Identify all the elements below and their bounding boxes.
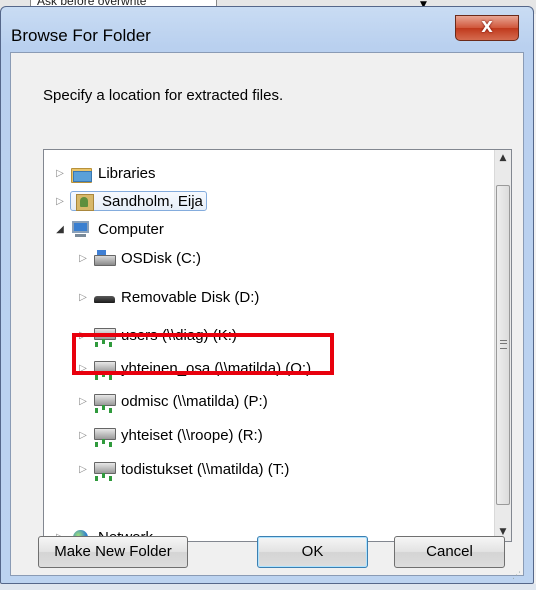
hard-drive-icon xyxy=(93,249,116,267)
tree-item-network-drive-p[interactable]: ▷ odmisc (\\matilda) (P:) xyxy=(77,388,268,414)
tree-item-network-drive-r[interactable]: ▷ yhteiset (\\roope) (R:) xyxy=(77,422,263,448)
selected-item-highlight[interactable]: Sandholm, Eija xyxy=(70,191,207,211)
close-button[interactable]: X xyxy=(455,15,519,41)
expand-arrow-icon[interactable]: ▷ xyxy=(77,430,89,441)
red-highlight-box xyxy=(72,333,334,375)
tree-item-label: todistukset (\\matilda) (T:) xyxy=(121,460,290,478)
dialog-prompt-text: Specify a location for extracted files. xyxy=(43,87,284,104)
network-drive-icon xyxy=(93,460,116,478)
tree-item-label: odmisc (\\matilda) (P:) xyxy=(121,392,268,410)
expand-arrow-icon[interactable]: ▷ xyxy=(77,396,89,407)
user-folder-icon xyxy=(74,192,96,211)
computer-icon xyxy=(70,220,92,238)
tree-item-label: yhteiset (\\roope) (R:) xyxy=(121,426,263,444)
vertical-scrollbar[interactable]: ▲ ▼ xyxy=(494,150,511,541)
network-drive-icon xyxy=(93,392,116,410)
scrollbar-thumb[interactable] xyxy=(496,185,510,505)
tree-item-label: Libraries xyxy=(98,164,156,182)
tree-item-user-folder[interactable]: ▷ Sandholm, Eija xyxy=(54,188,207,214)
make-new-folder-button[interactable]: Make New Folder xyxy=(38,536,188,568)
expand-arrow-icon[interactable]: ▷ xyxy=(77,292,89,303)
background-bottom-strip xyxy=(0,584,536,590)
tree-item-removable-disk[interactable]: ▷ Removable Disk (D:) xyxy=(77,284,259,310)
tree-item-label: OSDisk (C:) xyxy=(121,249,201,267)
expand-arrow-icon[interactable]: ▷ xyxy=(54,196,66,207)
ok-button[interactable]: OK xyxy=(257,536,368,568)
expand-arrow-icon[interactable]: ▷ xyxy=(54,168,66,179)
tree-item-computer[interactable]: ◢ Computer xyxy=(54,216,164,242)
scrollbar-grip-icon xyxy=(500,340,507,349)
cancel-button[interactable]: Cancel xyxy=(394,536,505,568)
dialog-title: Browse For Folder xyxy=(11,26,151,45)
scroll-up-arrow-icon[interactable]: ▲ xyxy=(495,150,511,167)
tree-item-osdisk[interactable]: ▷ OSDisk (C:) xyxy=(77,245,201,271)
dialog-client-area: Specify a location for extracted files. … xyxy=(10,52,524,576)
collapse-arrow-icon[interactable]: ◢ xyxy=(54,224,66,235)
network-drive-icon xyxy=(93,426,116,444)
tree-item-label: Removable Disk (D:) xyxy=(121,288,260,306)
tree-item-libraries[interactable]: ▷ Libraries xyxy=(54,160,156,186)
removable-disk-icon xyxy=(93,288,115,306)
libraries-icon xyxy=(70,164,92,183)
tree-item-label: Computer xyxy=(98,220,164,238)
browse-for-folder-dialog: Browse For Folder X Specify a location f… xyxy=(0,6,534,584)
tree-item-network-drive-t[interactable]: ▷ todistukset (\\matilda) (T:) xyxy=(77,456,289,482)
tree-item-label: Sandholm, Eija xyxy=(102,192,203,210)
expand-arrow-icon[interactable]: ▷ xyxy=(77,464,89,475)
expand-arrow-icon[interactable]: ▷ xyxy=(77,253,89,264)
